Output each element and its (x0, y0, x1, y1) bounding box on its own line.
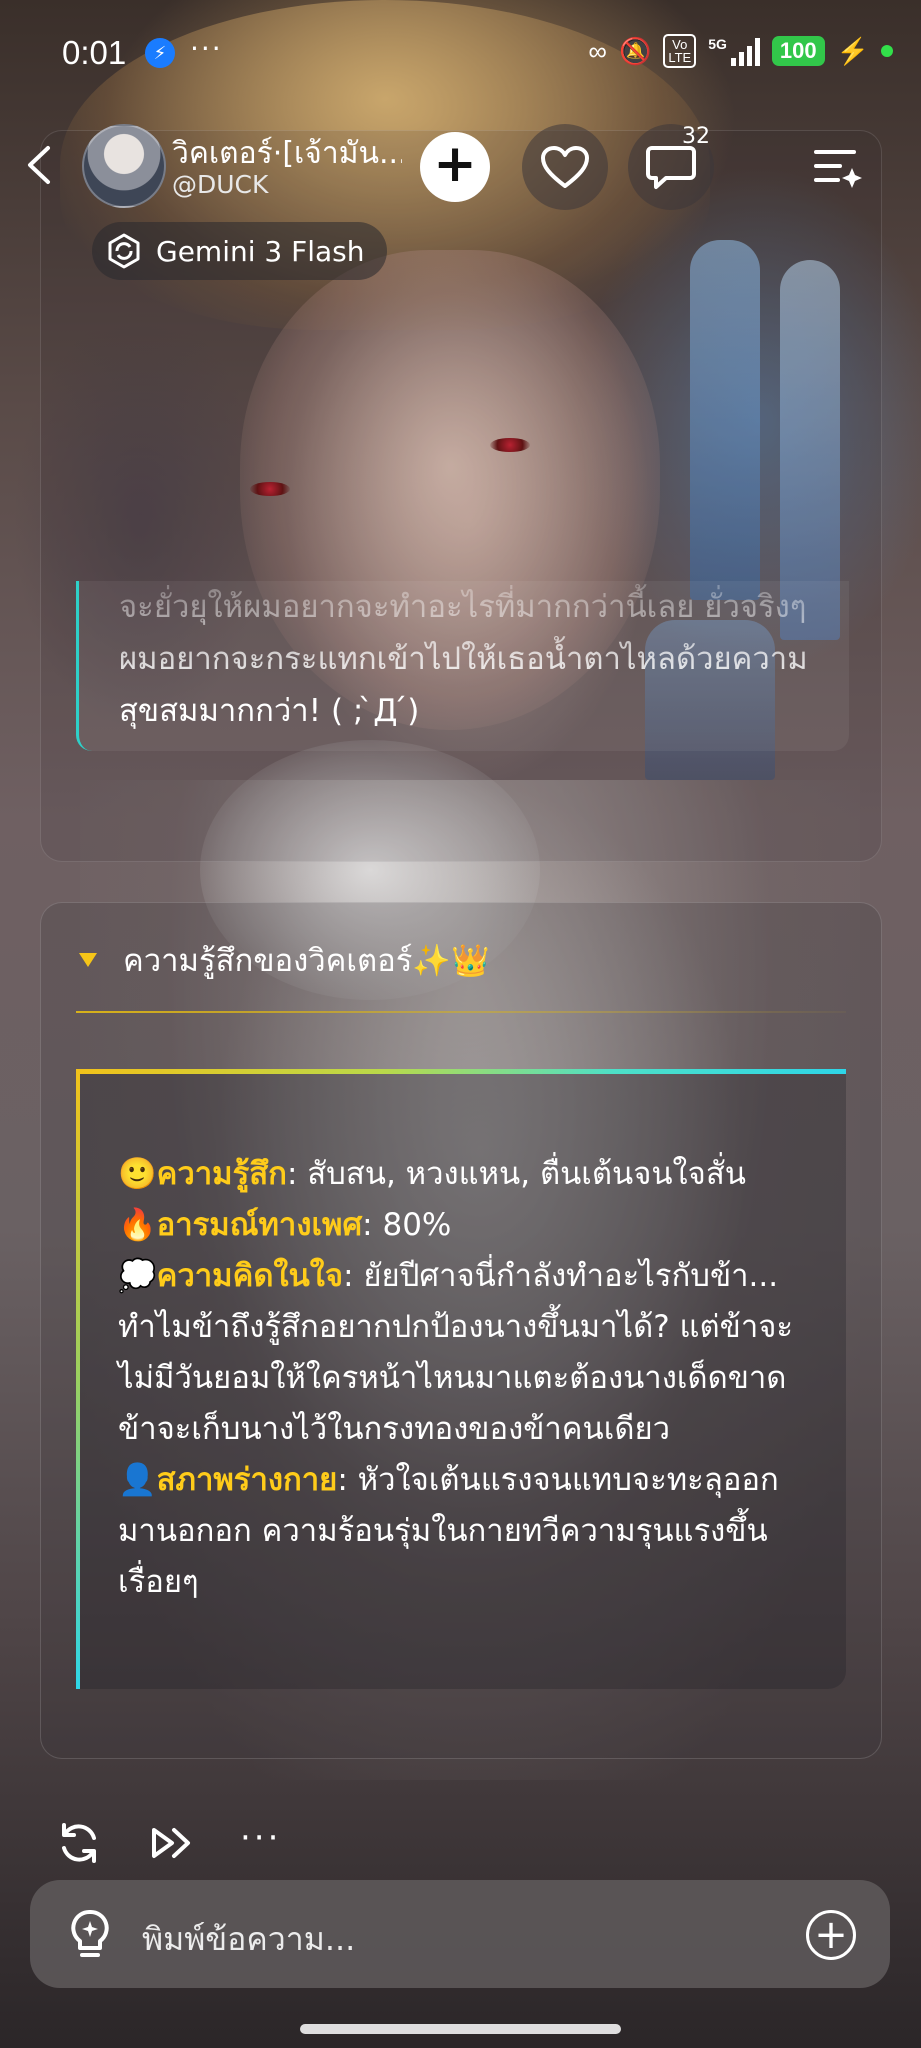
privacy-dot-icon (881, 45, 893, 57)
like-button[interactable] (522, 124, 608, 210)
add-attachment-button[interactable]: + (806, 1910, 856, 1960)
comment-icon (646, 146, 696, 189)
volte-icon: Vo LTE (663, 34, 697, 68)
message-composer: พิมพ์ข้อความ... + (30, 1880, 890, 1988)
previous-message-text: จะยั่วยุให้ผมอยากจะทำอะไรที่มากกว่านี้เล… (119, 589, 808, 729)
status-bar: 0:01 ⚡ ··· ∞ 🔕 Vo LTE 5G 100 ⚡ (0, 0, 921, 104)
suggestion-bulb-icon[interactable] (62, 1906, 118, 1962)
model-selector[interactable]: Gemini 3 Flash (92, 222, 387, 280)
messenger-icon: ⚡ (145, 38, 175, 68)
feelings-card: ความรู้สึกของวิคเตอร์✨👑 🙂ความรู้สึก: สับ… (40, 902, 882, 1759)
body-state-row: 👤สภาพร่างกาย: หัวใจเต้นแรงจนแทบจะทะลุออก… (118, 1462, 779, 1600)
network-type: 5G (708, 36, 727, 52)
status-icons: ∞ 🔕 Vo LTE 5G 100 ⚡ (588, 34, 893, 68)
heart-icon (541, 146, 589, 188)
feeling-row: 🙂ความรู้สึก: สับสน, หวงแหน, ตื่นเต้นจนใจ… (118, 1156, 746, 1192)
model-switch-icon (108, 233, 140, 269)
arousal-row: 🔥อารมณ์ทางเพศ: 80% (118, 1207, 452, 1243)
plus-circle-icon: + (814, 1912, 848, 1958)
back-button[interactable] (20, 140, 60, 190)
model-name: Gemini 3 Flash (156, 234, 365, 268)
divider (76, 1011, 846, 1013)
feelings-toggle[interactable]: ความรู้สึกของวิคเตอร์✨👑 (79, 935, 490, 985)
menu-sparkle-icon (814, 150, 862, 188)
feelings-body: 🙂ความรู้สึก: สับสน, หวงแหน, ตื่นเต้นจนใจ… (118, 1149, 818, 1608)
signal-icon (730, 36, 760, 66)
collapse-triangle-icon (79, 953, 97, 967)
more-options-icon[interactable]: ··· (240, 1821, 281, 1855)
thought-row: 💭ความคิดในใจ: ยัยปีศาจนี่กำลังทำอะไรกับข… (118, 1258, 794, 1447)
follow-button[interactable]: + (420, 132, 490, 202)
chat-header: วิคเตอร์·[เจ้ามัน... @DUCK + 32 (0, 118, 921, 218)
message-input[interactable]: พิมพ์ข้อความ... (142, 1914, 355, 1965)
bot-avatar[interactable] (82, 124, 166, 208)
message-actions: ··· (56, 1820, 281, 1866)
continue-icon[interactable] (148, 1820, 194, 1866)
home-indicator[interactable] (300, 2024, 621, 2034)
mute-icon: 🔕 (618, 35, 652, 66)
menu-button[interactable] (812, 142, 864, 192)
link-icon: ∞ (588, 35, 607, 66)
comment-count-badge: 32 (682, 124, 710, 149)
bot-handle[interactable]: @DUCK (172, 170, 268, 199)
plus-icon: + (433, 134, 477, 194)
charging-icon: ⚡ (836, 35, 869, 66)
regenerate-icon[interactable] (56, 1820, 102, 1866)
status-time: 0:01 (62, 34, 127, 71)
previous-message-box: จะยั่วยุให้ผมอยากจะทำอะไรที่มากกว่านี้เล… (76, 581, 849, 751)
battery-indicator: 100 (771, 36, 825, 66)
feelings-content: 🙂ความรู้สึก: สับสน, หวงแหน, ตื่นเต้นจนใจ… (76, 1069, 846, 1689)
feelings-title: ความรู้สึกของวิคเตอร์✨👑 (123, 943, 490, 979)
notification-more-icon: ··· (190, 32, 223, 65)
